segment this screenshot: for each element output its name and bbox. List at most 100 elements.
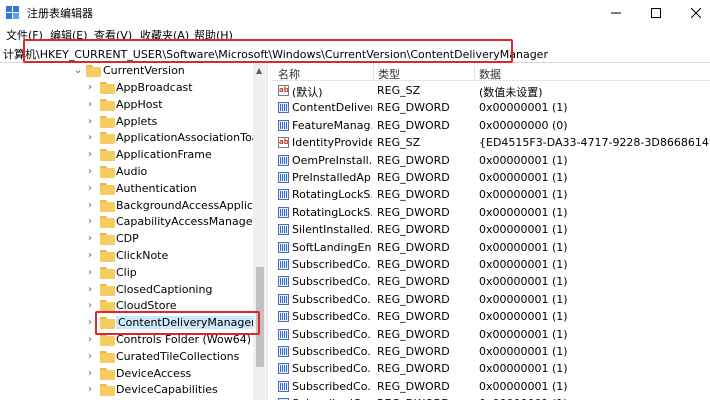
chevron-right-icon[interactable]: › (88, 335, 98, 345)
tree-item[interactable]: › Audio (0, 164, 255, 181)
tree-item[interactable]: › ApplicationAssociationToast (0, 130, 267, 147)
menu-favorites[interactable]: 收藏夹(A) (140, 27, 189, 43)
value-row[interactable]: SubscribedCo...REG_DWORD0x00000001 (1) (272, 326, 710, 343)
value-row[interactable]: SoftLandingEn... REG_DWORD 0x00000001 (1) (272, 239, 710, 256)
tree-item[interactable]: › CDP (0, 231, 255, 248)
chevron-right-icon[interactable]: › (88, 133, 98, 143)
address-path[interactable]: 计算机\HKEY_CURRENT_USER\Software\Microsoft… (3, 46, 548, 62)
close-button[interactable] (676, 0, 710, 25)
minimize-icon (611, 12, 621, 13)
value-row[interactable]: SubscribedCo...REG_DWORD0x00000001 (1) (272, 256, 710, 273)
minimize-button[interactable] (596, 0, 636, 25)
chevron-right-icon[interactable]: › (88, 234, 98, 244)
tree-item[interactable]: › Applets (0, 114, 255, 131)
value-name: RotatingLockS... (292, 188, 372, 202)
column-divider[interactable] (474, 63, 475, 81)
scrollbar-thumb[interactable] (256, 267, 264, 367)
folder-icon (100, 384, 115, 397)
column-divider[interactable] (373, 63, 374, 81)
value-type: REG_DWORD (377, 345, 450, 358)
value-row[interactable]: SubscribedCo...REG_DWORD0x00000001 (1) (272, 395, 710, 400)
value-row[interactable]: SubscribedCo...REG_DWORD0x00000001 (1) (272, 360, 710, 377)
value-type: REG_DWORD (377, 240, 450, 254)
tree-item[interactable]: › ApplicationFrame (0, 147, 255, 164)
tree-item[interactable]: › BackgroundAccessApplicatio (0, 198, 267, 215)
folder-icon (100, 283, 115, 296)
value-row[interactable]: PreInstalledAp... REG_DWORD 0x00000001 (1) (272, 169, 710, 186)
tree-item[interactable]: › DeviceAccess (0, 366, 255, 383)
chevron-right-icon[interactable]: › (88, 368, 98, 379)
value-type: REG_DWORD (377, 188, 450, 202)
value-row[interactable]: SubscribedCo...REG_DWORD0x00000001 (1) (272, 378, 710, 395)
chevron-right-icon[interactable]: › (88, 200, 98, 211)
value-name: SoftLandingEn... (292, 240, 372, 254)
folder-icon (100, 350, 115, 363)
value-name: SubscribedCo... (292, 258, 372, 271)
folder-icon (100, 199, 115, 212)
value-type: REG_DWORD (377, 327, 450, 341)
chevron-right-icon[interactable]: › (88, 301, 98, 311)
chevron-right-icon[interactable]: › (88, 284, 98, 295)
chevron-right-icon[interactable]: › (88, 183, 98, 194)
chevron-right-icon[interactable]: › (88, 318, 98, 328)
value-name: ContentDeliver... (292, 101, 372, 115)
chevron-right-icon[interactable]: › (88, 385, 98, 395)
column-header-type[interactable]: 类型 (378, 66, 400, 82)
tree-item[interactable]: › AppHost (0, 97, 255, 114)
chevron-right-icon[interactable]: › (88, 99, 98, 110)
address-bar[interactable]: 计算机\HKEY_CURRENT_USER\Software\Microsoft… (0, 43, 710, 63)
menu-file[interactable]: 文件(F) (6, 27, 43, 43)
tree-item[interactable]: › Controls Folder (Wow64) (0, 332, 255, 349)
value-row[interactable]: SubscribedCo...REG_DWORD0x00000001 (1) (272, 273, 710, 290)
scroll-up-icon[interactable]: ▲ (256, 66, 262, 75)
chevron-right-icon[interactable]: › (88, 167, 98, 177)
window-title: 注册表编辑器 (27, 7, 93, 20)
tree-item-currentversion[interactable]: ⌄ CurrentVersion (0, 63, 255, 80)
menu-view[interactable]: 查看(V) (94, 27, 132, 43)
chevron-right-icon[interactable]: › (88, 116, 98, 127)
value-row[interactable]: SubscribedCo...REG_DWORD0x00000001 (1) (272, 308, 710, 325)
maximize-button[interactable] (636, 0, 676, 25)
value-type: REG_DWORD (377, 292, 450, 306)
value-row[interactable]: RotatingLockS... REG_DWORD 0x00000001 (1) (272, 186, 710, 203)
chevron-right-icon[interactable]: › (88, 267, 98, 278)
tree-item[interactable]: › DeviceCapabilities (0, 382, 255, 399)
tree-scrollbar[interactable]: ▲ (253, 63, 267, 400)
value-row[interactable]: SubscribedCo...REG_DWORD0x00000001 (1) (272, 343, 710, 360)
value-row[interactable]: RotatingLockS... REG_DWORD 0x00000001 (1) (272, 204, 710, 221)
value-row[interactable]: OemPreInstall... REG_DWORD 0x00000001 (1) (272, 152, 710, 169)
value-name: SubscribedCo... (292, 327, 372, 341)
tree-item[interactable]: › CapabilityAccessManager (0, 214, 257, 231)
tree-item[interactable]: › Authentication (0, 181, 255, 198)
value-data: 0x00000001 (1) (479, 171, 568, 184)
value-row[interactable]: FeatureManag... REG_DWORD 0x00000000 (0) (272, 117, 710, 134)
value-row[interactable]: ContentDeliver... REG_DWORD 0x00000001 (1) (272, 99, 710, 116)
value-row[interactable]: SubscribedCo...REG_DWORD0x00000001 (1) (272, 291, 710, 308)
title-bar: 注册表编辑器 (0, 0, 710, 25)
tree-item[interactable]: › ClickNote (0, 248, 255, 265)
chevron-right-icon[interactable]: › (88, 150, 98, 160)
value-row[interactable]: SilentInstalled... REG_DWORD 0x00000001 (1… (272, 221, 710, 238)
value-row[interactable]: ab IdentityProvider REG_SZ {ED4515F3-DA33-4… (272, 134, 710, 151)
chevron-right-icon[interactable]: › (88, 351, 98, 362)
folder-icon (100, 300, 115, 313)
tree-item-label: CuratedTileCollections (116, 349, 240, 363)
tree-item[interactable]: › AppBroadcast (0, 80, 255, 97)
tree-item[interactable]: › CuratedTileCollections (0, 349, 255, 366)
value-data: 0x00000001 (1) (479, 153, 568, 167)
value-data: 0x00000001 (1) (479, 362, 568, 376)
chevron-right-icon[interactable]: › (88, 251, 98, 261)
chevron-right-icon[interactable]: › (88, 83, 98, 93)
value-row[interactable]: ab (默认) REG_SZ (数值未设置) (272, 82, 710, 99)
menu-help[interactable]: 帮助(H) (194, 27, 233, 43)
column-header-data[interactable]: 数据 (479, 66, 501, 82)
column-header-name[interactable]: 名称 (278, 66, 300, 82)
tree-item-label: Applets (116, 114, 158, 128)
menu-edit[interactable]: 编辑(E) (50, 27, 88, 43)
tree-item[interactable]: › CloudStore (0, 298, 255, 315)
tree-item[interactable]: › ContentDeliveryManager (0, 315, 258, 332)
tree-item[interactable]: › ClosedCaptioning (0, 282, 255, 299)
chevron-right-icon[interactable]: › (88, 217, 98, 227)
tree-item[interactable]: › Clip (0, 265, 255, 282)
chevron-down-icon[interactable]: ⌄ (74, 66, 84, 76)
